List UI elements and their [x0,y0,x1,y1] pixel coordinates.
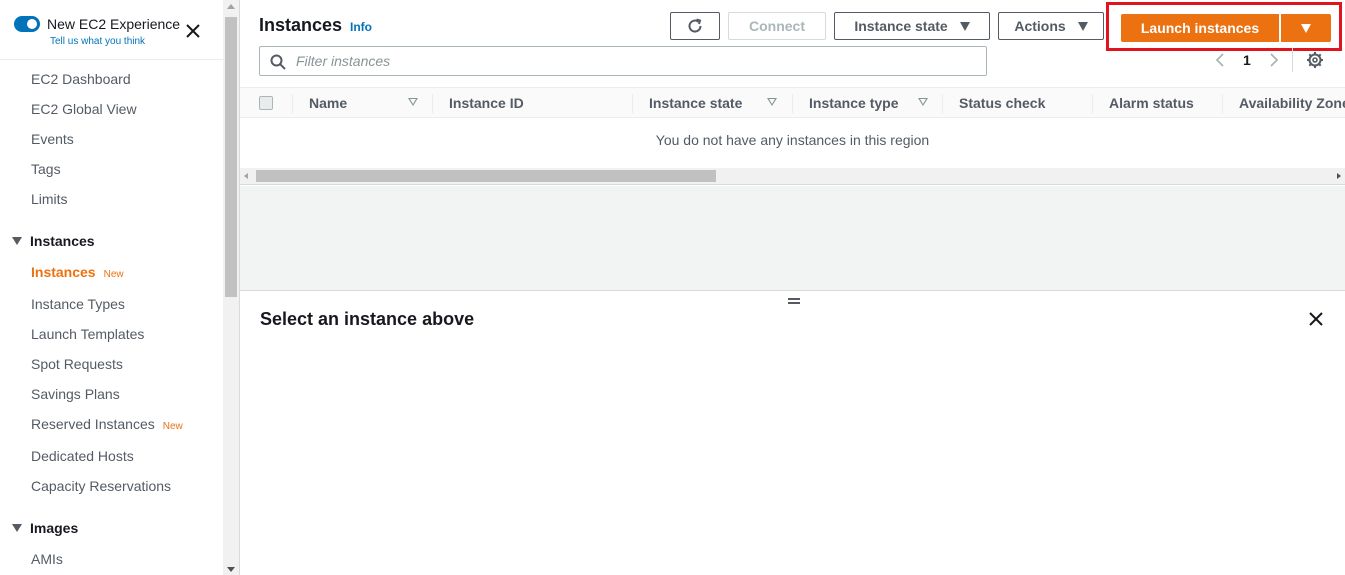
actions-label: Actions [1014,18,1066,34]
select-all-checkbox[interactable] [259,96,273,110]
connect-label: Connect [749,18,805,34]
sidebar-item-events[interactable]: Events [31,131,74,147]
sidebar: New EC2 Experience Tell us what you thin… [0,0,223,575]
search-icon [270,54,286,70]
column-divider [632,94,633,113]
close-icon[interactable] [1306,309,1326,329]
sidebar-item-label: Reserved Instances [31,416,155,432]
column-availability-zone[interactable]: Availability Zone [1239,95,1345,111]
filter-box [259,46,987,76]
sidebar-item-dedicated-hosts[interactable]: Dedicated Hosts [31,448,134,464]
sidebar-item-spot-requests[interactable]: Spot Requests [31,356,123,372]
sidebar-section-instances[interactable]: Instances [12,233,95,249]
sidebar-item-ec2-dashboard[interactable]: EC2 Dashboard [31,71,131,87]
column-status-check[interactable]: Status check [959,95,1045,111]
sidebar-item-amis[interactable]: AMIs [31,551,63,567]
info-link[interactable]: Info [350,20,372,34]
sidebar-item-launch-templates[interactable]: Launch Templates [31,326,144,342]
launch-highlight-box: Launch instances [1106,2,1342,51]
sidebar-item-savings-plans[interactable]: Savings Plans [31,386,120,402]
column-divider [1222,94,1223,113]
column-divider [292,94,293,113]
instance-state-label: Instance state [854,18,948,34]
caret-down-icon [959,21,970,31]
column-divider [432,94,433,113]
scroll-right-icon[interactable] [1337,173,1341,179]
resize-handle-icon[interactable] [787,297,801,305]
refresh-button[interactable] [670,12,720,40]
toggle-knob [27,19,37,29]
sort-icon[interactable] [918,98,928,106]
column-divider [1092,94,1093,113]
page-title: Instances [259,15,343,35]
table-empty-area [240,186,1345,291]
page-number[interactable]: 1 [1243,52,1251,68]
column-divider [942,94,943,113]
section-label: Instances [30,233,95,249]
caret-down-icon [12,237,22,245]
filter-input[interactable] [294,50,974,72]
launch-instances-button[interactable]: Launch instances [1121,14,1279,42]
new-experience-toggle[interactable] [14,16,40,32]
column-instance-type[interactable]: Instance type [809,95,898,111]
detail-panel-title: Select an instance above [260,309,475,329]
scroll-up-icon[interactable] [227,4,235,9]
instance-state-button[interactable]: Instance state [834,12,990,40]
table-header: Name Instance ID Instance state Instance… [240,87,1345,118]
refresh-icon [688,18,702,33]
sidebar-section-images[interactable]: Images [12,520,78,536]
table-horizontal-scrollbar[interactable] [240,168,1345,185]
empty-table-message: You do not have any instances in this re… [655,132,930,148]
launch-instances-dropdown[interactable] [1281,14,1331,42]
actions-button[interactable]: Actions [998,12,1104,40]
sort-icon[interactable] [408,98,418,106]
sidebar-item-tags[interactable]: Tags [31,161,61,177]
chevron-right-icon[interactable] [1267,52,1281,68]
sidebar-divider [0,59,223,60]
close-icon[interactable] [183,21,203,41]
scroll-thumb[interactable] [256,170,716,182]
column-instance-state[interactable]: Instance state [649,95,742,111]
sidebar-item-reserved-instances[interactable]: Reserved Instances New [31,416,183,432]
toggle-label: New EC2 Experience [47,16,181,32]
column-alarm-status[interactable]: Alarm status [1109,95,1194,111]
main-content: Instances Info Connect Instance state Ac… [240,0,1345,575]
sidebar-item-label: Instances [31,264,96,280]
section-label: Images [30,520,79,536]
connect-button[interactable]: Connect [728,12,826,40]
caret-down-icon [1077,21,1088,31]
chevron-left-icon[interactable] [1213,52,1227,68]
column-instance-id[interactable]: Instance ID [449,95,524,111]
scroll-thumb[interactable] [225,17,237,297]
column-divider [792,94,793,113]
scroll-left-icon[interactable] [244,173,248,179]
new-badge: New [162,421,183,432]
scroll-down-icon[interactable] [227,567,235,572]
sidebar-scrollbar[interactable] [223,0,240,575]
sidebar-item-instance-types[interactable]: Instance Types [31,296,125,312]
feedback-link[interactable]: Tell us what you think [50,36,145,47]
gear-icon[interactable] [1306,51,1324,69]
column-name[interactable]: Name [309,95,347,111]
caret-down-icon [12,524,22,532]
sidebar-item-limits[interactable]: Limits [31,191,68,207]
sort-icon[interactable] [767,98,777,106]
sidebar-item-capacity-reservations[interactable]: Capacity Reservations [31,478,171,494]
caret-down-icon [1301,23,1311,33]
new-badge: New [103,269,124,280]
sidebar-item-instances[interactable]: Instances New [31,264,124,280]
sidebar-item-ec2-global-view[interactable]: EC2 Global View [31,101,137,117]
pager-divider [1292,48,1293,72]
